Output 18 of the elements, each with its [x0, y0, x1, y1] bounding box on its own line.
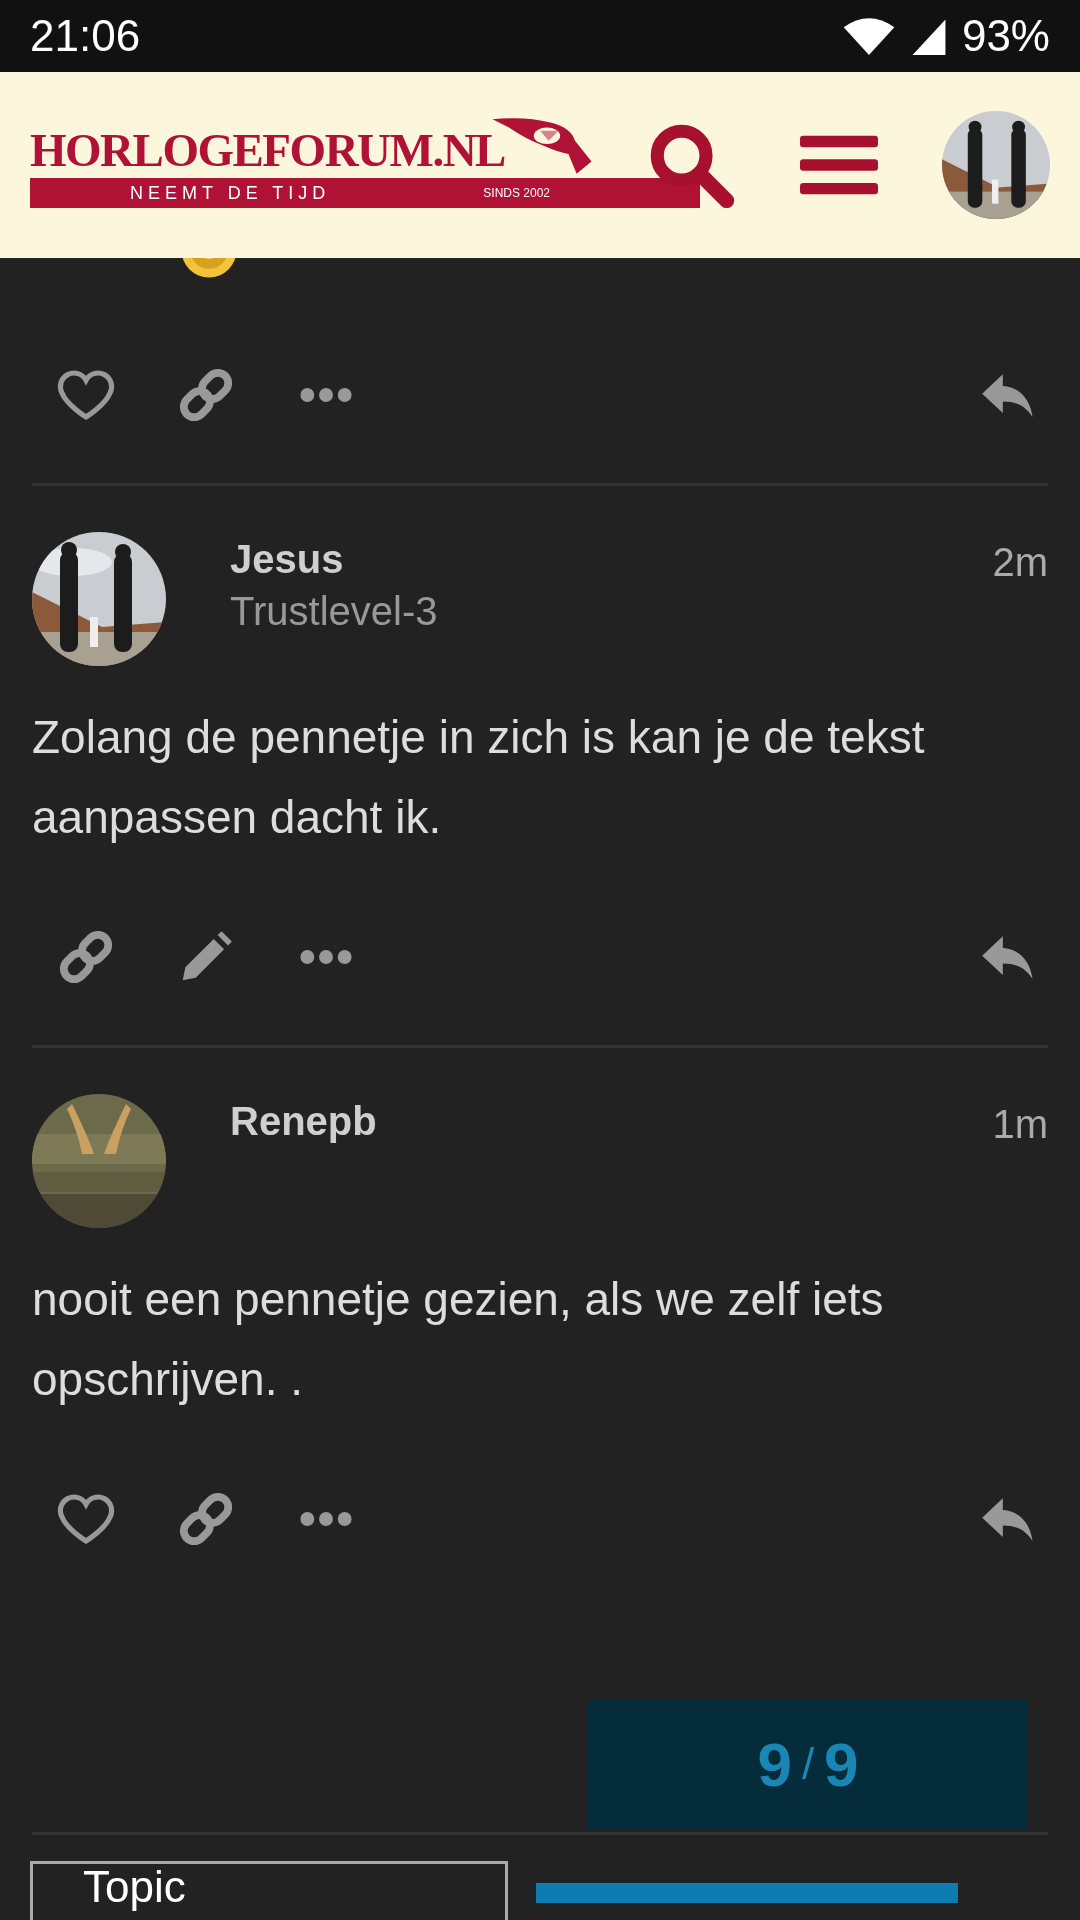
user-title: Trustlevel-3: [230, 588, 438, 635]
clock: 21:06: [30, 11, 141, 61]
topic-button[interactable]: Topic: [30, 1861, 508, 1920]
username[interactable]: Renepb: [230, 1096, 377, 1146]
post-text: nooit een pennetje gezien, als we zelf iets opschrijven. .: [32, 1273, 884, 1405]
wifi-icon: [841, 17, 896, 55]
post-time: 2m: [992, 539, 1048, 585]
username[interactable]: Jesus: [230, 534, 438, 584]
more-icon: [299, 387, 353, 403]
logo-tagline: NEEMT DE TIJD: [130, 182, 331, 204]
post-counter[interactable]: 9 / 9: [588, 1699, 1028, 1829]
battery-level: 93%: [961, 11, 1050, 61]
logo-title[interactable]: HORLOGEFORUM.NL: [30, 122, 505, 178]
post-text: Zolang de pennetje in zich is kan je de tekst aanpassen dacht ik.: [32, 711, 925, 843]
more-icon: [299, 949, 353, 965]
post-time: 1m: [992, 1101, 1048, 1147]
logo-since: SINDS 2002: [483, 186, 550, 200]
more-icon: [299, 1511, 353, 1527]
